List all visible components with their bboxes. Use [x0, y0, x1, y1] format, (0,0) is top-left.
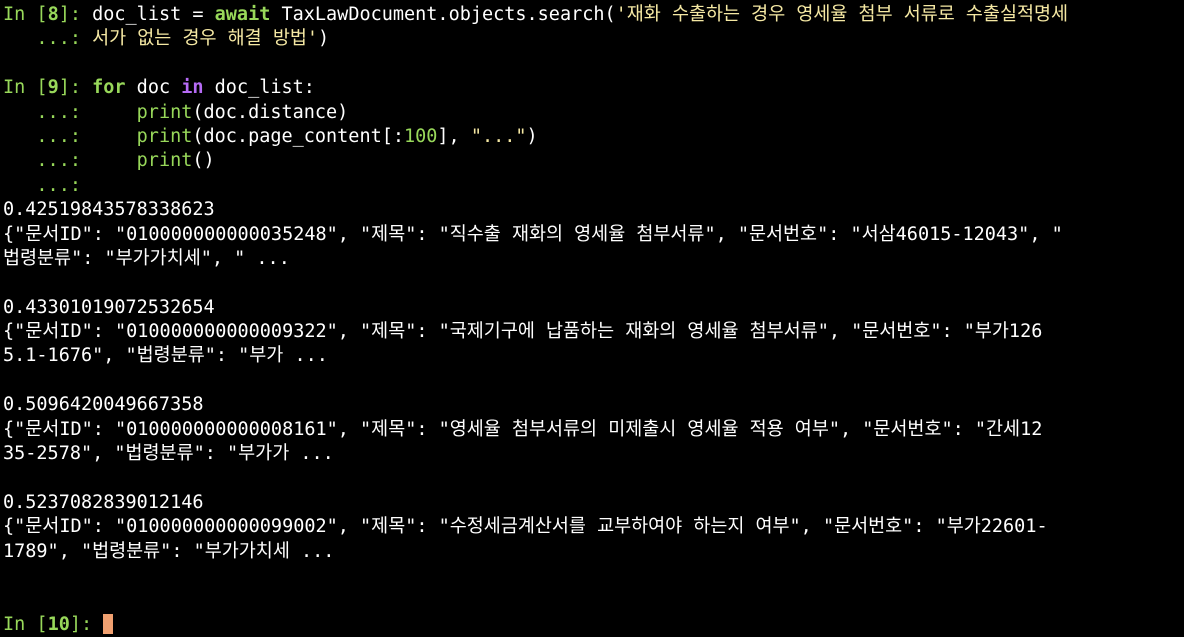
for-keyword: for: [92, 77, 126, 99]
continuation-prompt: ...:: [3, 28, 93, 50]
number-literal: 100: [404, 125, 438, 147]
cell-9-input-line-2: ...: print(doc.distance): [3, 101, 1184, 125]
code-text: TaxLawDocument.objects.search(: [270, 4, 616, 25]
result-distance: 0.5237082839012146: [3, 491, 204, 513]
result-content-line: 5.1-1676", "법령분류": "부가 ...: [3, 345, 328, 367]
continuation-prompt: ...:: [3, 174, 81, 196]
await-keyword: await: [214, 4, 271, 25]
prompt-number: 9: [47, 77, 59, 99]
cell-8-input-line-1: In [8]: doc_list = await TaxLawDocument.…: [3, 3, 1184, 27]
result-content-line: 1789", "법령분류": "부가가치세 ...: [3, 540, 335, 562]
print-builtin: print: [136, 101, 193, 123]
print-builtin: print: [136, 150, 193, 172]
ipython-terminal: In [8]: doc_list = await TaxLawDocument.…: [0, 0, 1184, 635]
cell-9-input-line-4: ...: print(): [3, 149, 1184, 173]
continuation-prompt: ...:: [3, 150, 93, 172]
cell-10-input-line[interactable]: In [10]:: [3, 613, 1184, 637]
prompt-end: ]:: [58, 4, 93, 25]
continuation-prompt: ...:: [3, 101, 93, 123]
prompt-in: In [: [3, 4, 48, 25]
code-text: doc_list =: [92, 4, 215, 25]
result-distance: 0.5096420049667358: [3, 394, 204, 416]
result-content-line: {"문서ID": "010000000000035248", "제목": "직수…: [3, 223, 1063, 245]
prompt-number: 8: [47, 4, 59, 25]
code-text: doc_list:: [203, 77, 315, 99]
cell-9-input-line-1: In [9]: for doc in doc_list:: [3, 76, 1184, 100]
code-text: ): [526, 125, 538, 147]
code-text: (doc.distance): [192, 101, 349, 123]
result-content-line: {"문서ID": "010000000000009322", "제목": "국제…: [3, 321, 1043, 343]
code-text: ): [318, 28, 330, 50]
prompt-in: In [: [3, 77, 48, 99]
query-string: 서가 없는 경우 해결 방법': [92, 28, 318, 50]
query-string: '재화 수출하는 경우 영세율 첨부 서류로 수출실적명세: [615, 4, 1069, 25]
continuation-prompt: ...:: [3, 125, 93, 147]
prompt-end: ]:: [69, 613, 104, 635]
code-text: doc: [125, 77, 182, 99]
prompt-end: ]:: [58, 77, 93, 99]
result-content-line: 35-2578", "법령분류": "부가가 ...: [3, 443, 334, 465]
result-content-line: {"문서ID": "010000000000008161", "제목": "영세…: [3, 418, 1043, 440]
in-keyword: in: [181, 77, 204, 99]
cell-9-input-line-3: ...: print(doc.page_content[:100], "..."…: [3, 125, 1184, 149]
prompt-number: 10: [47, 613, 70, 635]
cell-9-input-line-5: ...:: [3, 174, 1184, 198]
prompt-in: In [: [3, 613, 48, 635]
code-text: ],: [437, 125, 471, 147]
print-builtin: print: [136, 125, 193, 147]
string-literal: "...": [470, 125, 527, 147]
result-content-line: {"문서ID": "010000000000099002", "제목": "수정…: [3, 516, 1048, 538]
code-text: (doc.page_content[:: [192, 125, 404, 147]
cell-8-input-line-2: ...: 서가 없는 경우 해결 방법'): [3, 27, 1184, 51]
code-text: (): [192, 150, 215, 172]
result-content-line: 법령분류": "부가가치세", " ...: [3, 247, 290, 269]
result-distance: 0.43301019072532654: [3, 296, 215, 318]
result-distance: 0.42519843578338623: [3, 199, 215, 221]
